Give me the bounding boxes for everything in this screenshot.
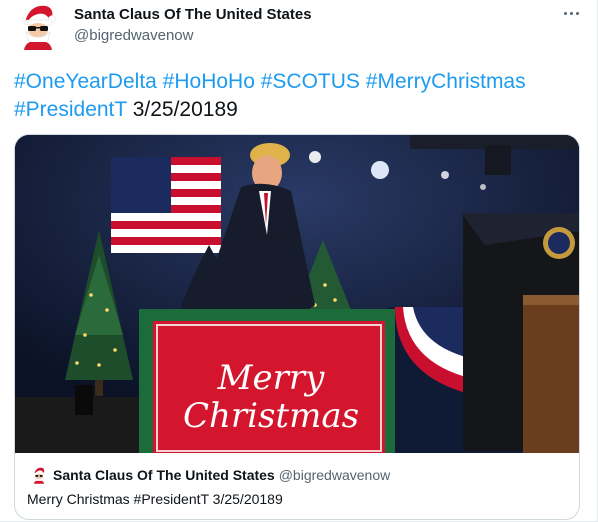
more-options-icon[interactable] [560, 4, 582, 22]
author-name[interactable]: Santa Claus Of The United States [74, 6, 312, 23]
flag-graphic [111, 157, 221, 253]
tweet-date-text: 3/25/20189 [132, 98, 238, 121]
santa-avatar-icon [23, 5, 56, 50]
quoted-author-line[interactable]: Santa Claus Of The United States @bigredw… [53, 467, 390, 483]
hashtag-link[interactable]: #OneYearDelta [14, 70, 157, 93]
sign-text-line2: Christmas [183, 396, 359, 436]
podium-graphic [461, 213, 579, 453]
tweet-card[interactable]: Santa Claus Of The United States @bigred… [0, 0, 598, 522]
quoted-author-avatar[interactable] [31, 465, 47, 485]
hashtag-link[interactable]: #MerryChristmas [366, 70, 526, 93]
author-avatar[interactable] [16, 2, 60, 50]
merry-christmas-sign: Merry Christmas [139, 309, 395, 453]
tweet-text: #OneYearDelta #HoHoHo #SCOTUS #MerryChri… [14, 68, 589, 124]
sign-text-line1: Merry [217, 358, 325, 398]
hashtag-link[interactable]: #SCOTUS [261, 70, 360, 93]
quoted-tweet[interactable]: Merry Christmas Santa Claus Of The Unite… [14, 134, 580, 520]
event-photo-illustration: Merry Christmas [15, 135, 579, 453]
hashtag-link[interactable]: #HoHoHo [163, 70, 255, 93]
santa-avatar-icon [33, 467, 45, 484]
hashtag-link[interactable]: #PresidentT [14, 98, 127, 121]
quoted-author-handle[interactable]: @bigredwavenow [279, 467, 391, 483]
quoted-author-name[interactable]: Santa Claus Of The United States [53, 467, 275, 483]
quoted-tweet-text: Merry Christmas #PresidentT 3/25/20189 [27, 491, 283, 507]
quoted-tweet-photo[interactable]: Merry Christmas [15, 135, 579, 453]
author-handle[interactable]: @bigredwavenow [74, 27, 193, 44]
